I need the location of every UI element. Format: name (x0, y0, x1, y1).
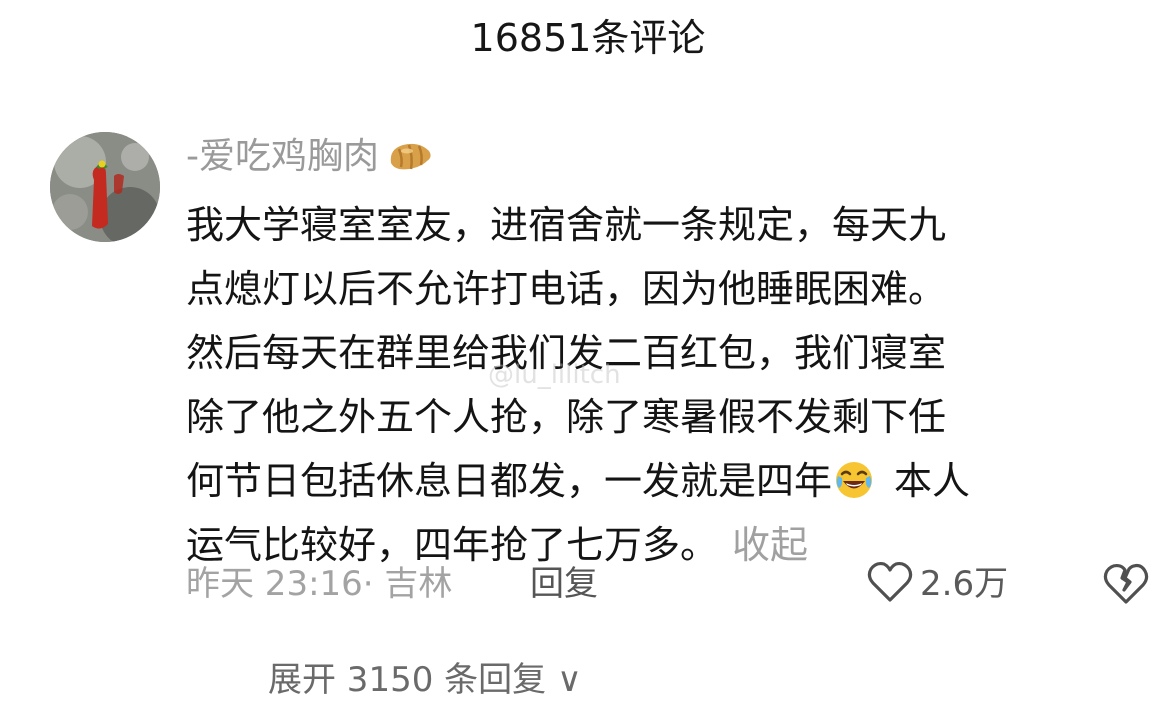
reply-button[interactable]: 回复 (530, 558, 598, 610)
username[interactable]: -爱吃鸡胸肉 (186, 132, 379, 182)
comment-line: 我大学寝室室友，进宿舍就一条规定，每天九 (186, 203, 947, 247)
avatar-image (50, 132, 160, 242)
expand-replies-button[interactable]: 展开 3150 条回复 ∨ (268, 656, 582, 704)
like-count: 2.6万 (920, 564, 1009, 604)
heart-outline-icon (866, 560, 914, 608)
croissant-emoji-icon (385, 137, 435, 177)
like-button[interactable]: 2.6万 (866, 558, 1008, 610)
comment-line-with-emoji: 何节日包括休息日都发，一发就是四年 本人 (186, 449, 1121, 513)
broken-heart-icon[interactable] (1102, 560, 1150, 608)
comments-count-title: 16851条评论 (470, 16, 706, 60)
comment-line-tail: 本人 (894, 459, 971, 503)
comment-meta-row: 昨天 23:16· 吉林 回复 2.6万 (186, 558, 1149, 610)
comment-line: 点熄灯以后不允许打电话，因为他睡眠困难。 (186, 267, 947, 311)
comment-line: 然后每天在群里给我们发二百红包，我们寝室 (186, 331, 947, 375)
username-row: -爱吃鸡胸肉 (186, 132, 435, 182)
comment-line-text: 何节日包括休息日都发，一发就是四年 (186, 459, 833, 503)
comment-timestamp-location: 昨天 23:16· 吉林 (186, 564, 453, 604)
comment-line: 除了他之外五个人抢，除了寒暑假不发剩下任 (186, 395, 947, 439)
comment-body: 我大学寝室室友，进宿舍就一条规定，每天九 点熄灯以后不允许打电话，因为他睡眠困难… (186, 193, 1121, 577)
user-avatar[interactable] (50, 132, 160, 242)
laughing-tears-emoji-icon (834, 455, 874, 498)
watermark: @lu_lilitch (488, 360, 621, 390)
